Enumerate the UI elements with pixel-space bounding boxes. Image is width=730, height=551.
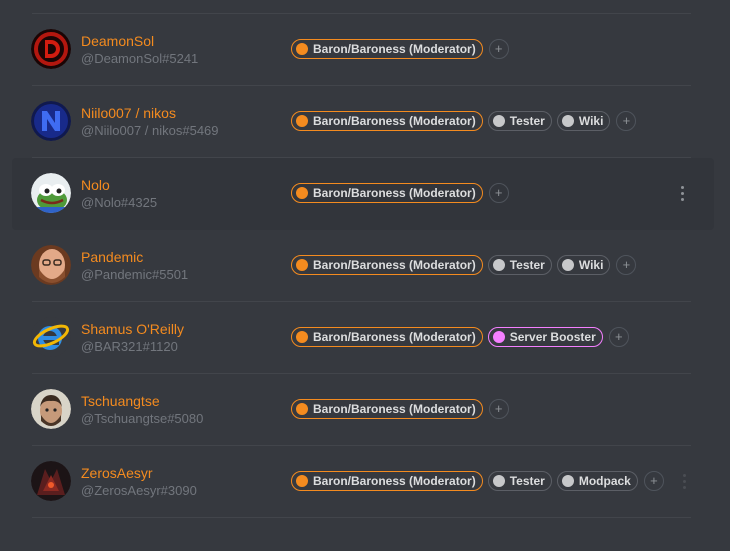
role-color-dot[interactable]: [296, 475, 308, 487]
role-label: Baron/Baroness (Moderator): [313, 474, 476, 488]
role-pill[interactable]: Wiki: [556, 111, 611, 131]
role-list: Baron/Baroness (Moderator) Tester Wiki +: [291, 110, 637, 132]
member-tag: @DeamonSol#5241: [81, 51, 199, 66]
role-pill[interactable]: Baron/Baroness (Moderator): [291, 183, 483, 203]
role-label: Baron/Baroness (Moderator): [313, 330, 476, 344]
role-color-dot[interactable]: [296, 259, 308, 271]
role-color-dot[interactable]: [492, 331, 505, 343]
role-pill[interactable]: Tester: [487, 111, 552, 131]
member-row-nolo[interactable]: Nolo @Nolo#4325 Baron/Baroness (Moderato…: [12, 158, 714, 230]
role-list: Baron/Baroness (Moderator) Server Booste…: [291, 326, 629, 348]
role-list: Baron/Baroness (Moderator) +: [291, 38, 509, 60]
member-row-zerosaesyr[interactable]: ZerosAesyr @ZerosAesyr#3090 Baron/Barone…: [0, 446, 730, 518]
member-name[interactable]: Tschuangtse: [81, 393, 160, 409]
role-label: Baron/Baroness (Moderator): [313, 42, 476, 56]
add-role-button[interactable]: +: [616, 255, 637, 275]
role-color-dot[interactable]: [296, 403, 308, 415]
role-color-dot[interactable]: [492, 115, 505, 127]
add-role-button[interactable]: +: [488, 399, 509, 419]
member-tag: @BAR321#1120: [81, 339, 178, 354]
role-color-dot[interactable]: [296, 115, 308, 127]
role-label: Baron/Baroness (Moderator): [313, 114, 476, 128]
more-options-icon[interactable]: [679, 182, 685, 204]
avatar[interactable]: [31, 461, 71, 501]
member-row-pandemic[interactable]: Pandemic @Pandemic#5501 Baron/Baroness (…: [0, 230, 730, 302]
role-pill[interactable]: Wiki: [556, 255, 611, 275]
avatar[interactable]: [31, 317, 71, 357]
role-label: Tester: [509, 474, 545, 488]
member-row-niilo007[interactable]: Niilo007 / nikos @Niilo007 / nikos#5469 …: [0, 86, 730, 158]
avatar[interactable]: [31, 245, 71, 285]
role-pill[interactable]: Server Booster: [487, 327, 603, 347]
divider: [32, 517, 691, 518]
role-label: Server Booster: [509, 330, 596, 344]
role-pill[interactable]: Baron/Baroness (Moderator): [291, 327, 483, 347]
role-color-dot[interactable]: [296, 43, 308, 55]
role-label: Wiki: [578, 258, 604, 272]
add-role-button[interactable]: +: [488, 183, 509, 203]
role-label: Modpack: [578, 474, 631, 488]
member-tag: @Niilo007 / nikos#5469: [81, 123, 219, 138]
role-color-dot[interactable]: [296, 187, 308, 199]
role-pill[interactable]: Baron/Baroness (Moderator): [291, 471, 483, 491]
role-color-dot[interactable]: [561, 115, 574, 127]
role-pill[interactable]: Tester: [487, 471, 552, 491]
add-role-button[interactable]: +: [488, 39, 509, 59]
add-role-button[interactable]: +: [616, 111, 637, 131]
member-tag: @Tschuangtse#5080: [81, 411, 204, 426]
role-color-dot[interactable]: [492, 259, 505, 271]
role-label: Baron/Baroness (Moderator): [313, 186, 476, 200]
role-label: Baron/Baroness (Moderator): [313, 402, 476, 416]
member-name[interactable]: ZerosAesyr: [81, 465, 153, 481]
role-label: Tester: [509, 114, 545, 128]
role-label: Tester: [509, 258, 545, 272]
avatar[interactable]: [31, 29, 71, 69]
add-role-button[interactable]: +: [608, 327, 629, 347]
role-pill[interactable]: Tester: [487, 255, 552, 275]
member-name[interactable]: Shamus O'Reilly: [81, 321, 184, 337]
role-color-dot[interactable]: [561, 475, 574, 487]
role-color-dot[interactable]: [296, 331, 308, 343]
more-options-icon[interactable]: [681, 470, 687, 492]
member-row-deamonsol[interactable]: DeamonSol @DeamonSol#5241 Baron/Baroness…: [0, 14, 730, 86]
member-name[interactable]: Nolo: [81, 177, 110, 193]
role-label: Wiki: [578, 114, 604, 128]
avatar[interactable]: [31, 101, 71, 141]
member-row-shamus[interactable]: Shamus O'Reilly @BAR321#1120 Baron/Baron…: [0, 302, 730, 374]
role-label: Baron/Baroness (Moderator): [313, 258, 476, 272]
role-list: Baron/Baroness (Moderator) Tester Modpac…: [291, 470, 664, 492]
member-name[interactable]: Pandemic: [81, 249, 143, 265]
role-pill[interactable]: Baron/Baroness (Moderator): [291, 111, 483, 131]
member-tag: @Nolo#4325: [81, 195, 158, 210]
role-color-dot[interactable]: [561, 259, 574, 271]
role-pill[interactable]: Baron/Baroness (Moderator): [291, 39, 483, 59]
role-pill[interactable]: Baron/Baroness (Moderator): [291, 399, 483, 419]
role-list: Baron/Baroness (Moderator) +: [291, 182, 509, 204]
role-list: Baron/Baroness (Moderator) Tester Wiki +: [291, 254, 637, 276]
avatar[interactable]: [31, 389, 71, 429]
role-pill[interactable]: Modpack: [556, 471, 638, 491]
role-pill[interactable]: Baron/Baroness (Moderator): [291, 255, 483, 275]
member-tag: @ZerosAesyr#3090: [81, 483, 197, 498]
role-list: Baron/Baroness (Moderator) +: [291, 398, 509, 420]
member-tag: @Pandemic#5501: [81, 267, 189, 282]
member-row-tschuangtse[interactable]: Tschuangtse @Tschuangtse#5080 Baron/Baro…: [0, 374, 730, 446]
avatar[interactable]: [31, 173, 71, 213]
member-name[interactable]: DeamonSol: [81, 33, 154, 49]
member-name[interactable]: Niilo007 / nikos: [81, 105, 176, 121]
role-color-dot[interactable]: [492, 475, 505, 487]
add-role-button[interactable]: +: [643, 471, 664, 491]
